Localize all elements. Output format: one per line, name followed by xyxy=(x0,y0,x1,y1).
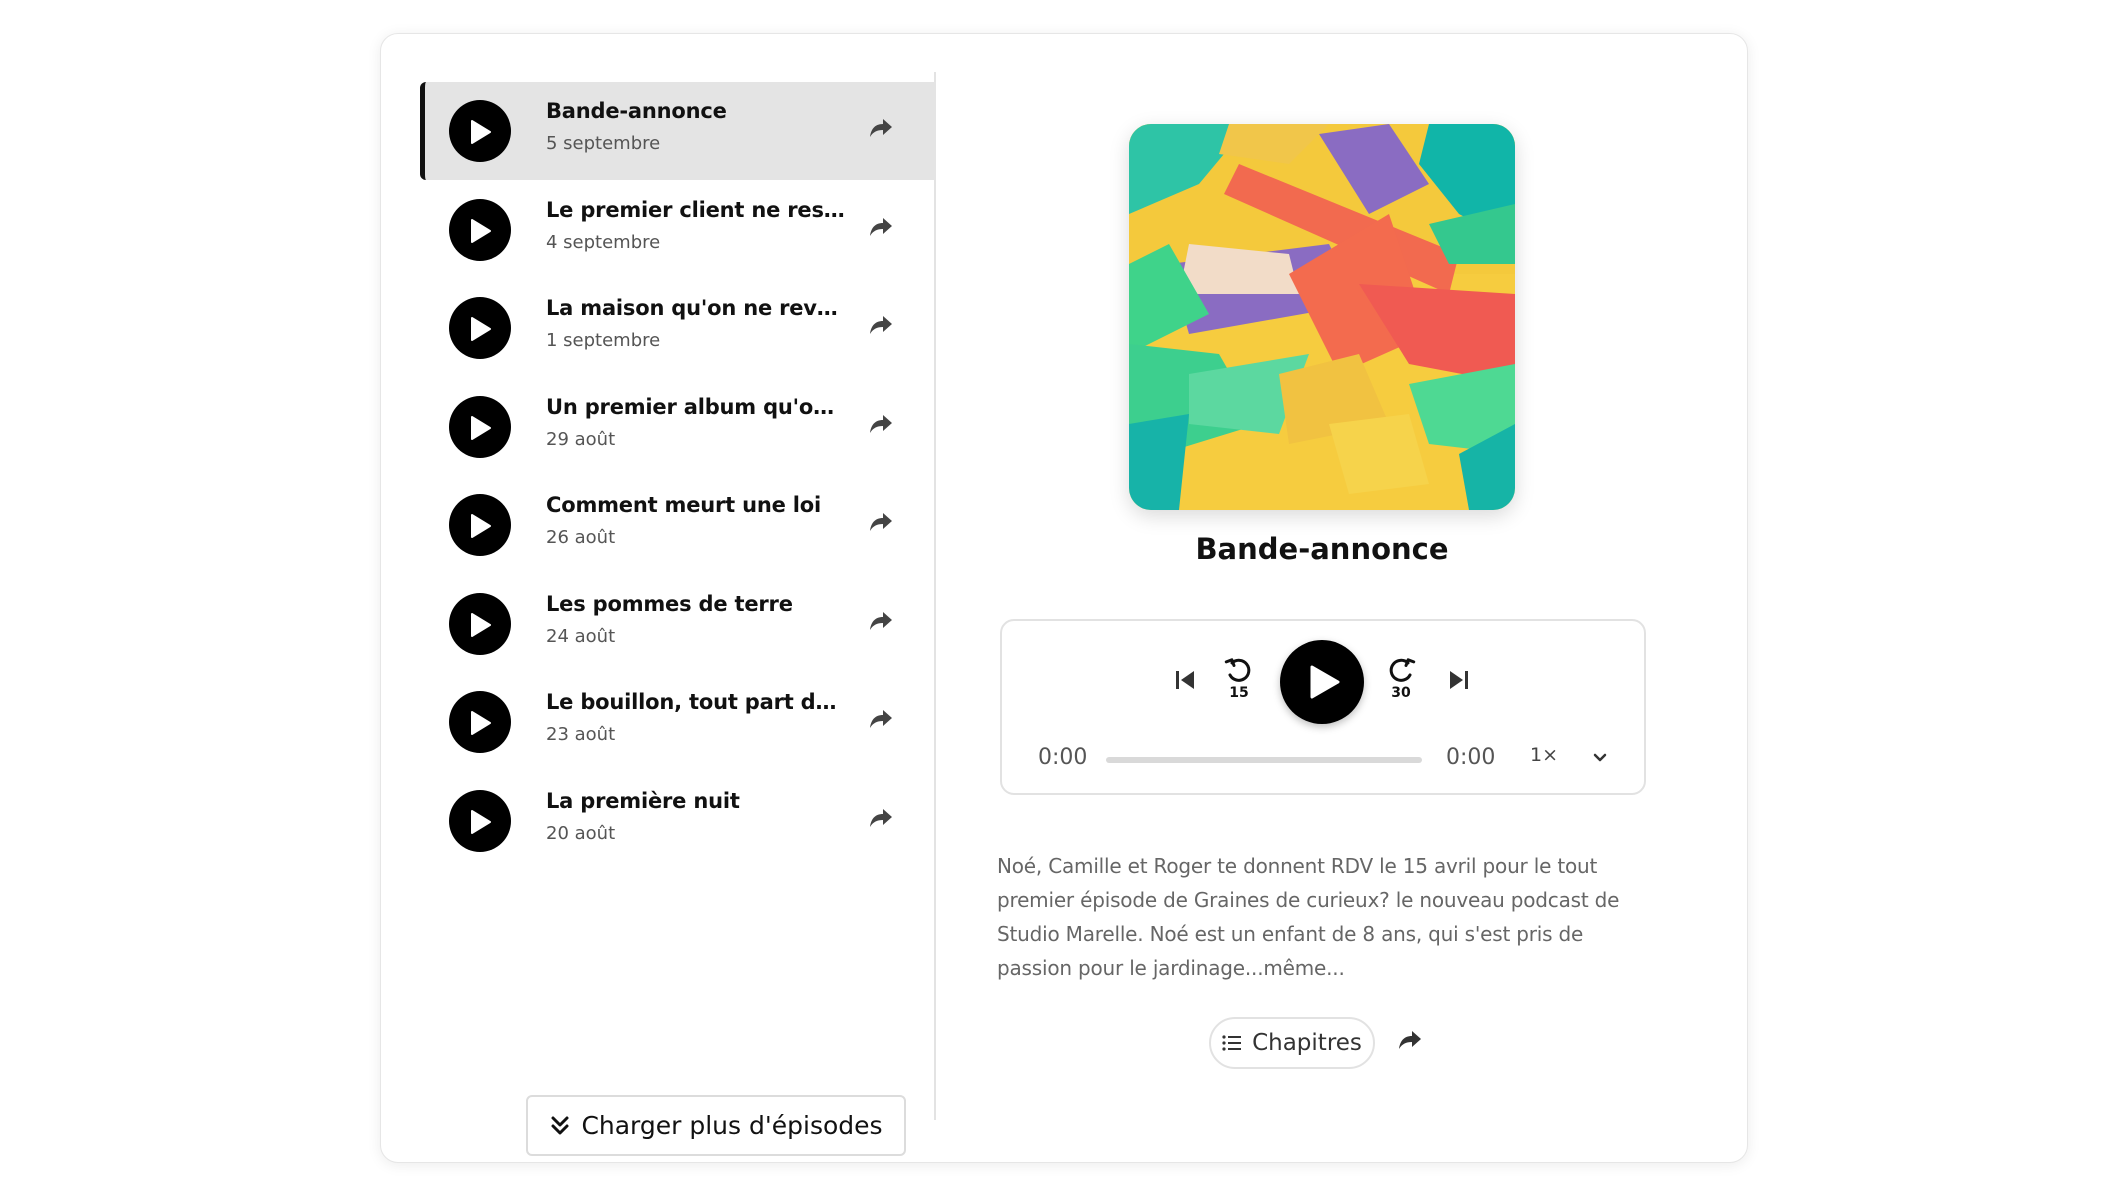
share-icon xyxy=(1399,1031,1421,1049)
podcast-player-card: Bande-annonce 5 septembre Le premier clien… xyxy=(380,33,1748,1163)
skip-previous-icon xyxy=(1176,671,1194,689)
episode-share-button[interactable] xyxy=(868,413,894,439)
skip-previous-button[interactable] xyxy=(1174,668,1196,696)
episode-play-button[interactable] xyxy=(449,198,511,261)
share-icon xyxy=(870,217,892,236)
share-icon xyxy=(870,808,892,827)
episode-play-button[interactable] xyxy=(449,592,511,655)
episode-title: Le bouillon, tout part de là xyxy=(546,690,846,714)
episode-title: Le premier client ne ressemble pas à ce … xyxy=(546,197,846,222)
episode-share-button[interactable] xyxy=(868,708,894,734)
episode-title: La première nuit xyxy=(546,788,740,813)
episode-date: 1 septembre xyxy=(546,330,661,351)
progress-track[interactable] xyxy=(1106,757,1422,763)
episode-date: 23 août xyxy=(546,724,616,745)
audio-player: 15 30 0:00 0:00 1× xyxy=(1000,619,1646,795)
episode-cover-art xyxy=(1129,124,1515,510)
playback-speed-button[interactable]: 1× xyxy=(1530,744,1558,766)
rewind-seconds: 15 xyxy=(1229,685,1249,701)
episode-description: Noé, Camille et Roger te donnent RDV le … xyxy=(997,854,1620,980)
episode-play-button[interactable] xyxy=(449,100,511,162)
episode-share-button[interactable] xyxy=(868,216,894,242)
play-icon xyxy=(471,612,491,637)
episode-share-button[interactable] xyxy=(868,511,894,537)
play-icon xyxy=(471,218,491,243)
duration: 0:00 xyxy=(1446,745,1496,770)
episode-row[interactable]: La maison qu'on ne revend pas 1 septembre xyxy=(420,279,936,377)
episode-row[interactable]: Un premier album qu'on n'attendait plus 2… xyxy=(420,378,936,476)
episode-row[interactable]: Bande-annonce 5 septembre xyxy=(420,82,936,180)
episode-row[interactable]: Comment meurt une loi 26 août xyxy=(420,476,936,574)
episode-title: Les pommes de terre xyxy=(546,591,793,616)
episode-row[interactable]: La première nuit 20 août xyxy=(420,772,936,870)
episode-date: 26 août xyxy=(546,527,616,548)
play-icon xyxy=(471,809,491,834)
episode-row[interactable]: Le premier client ne ressemble pas à ce … xyxy=(420,181,936,279)
play-icon xyxy=(471,711,491,735)
skip-next-button[interactable] xyxy=(1448,668,1470,696)
share-icon xyxy=(870,119,892,137)
now-playing-title: Bande-annonce xyxy=(1195,532,1449,566)
current-time: 0:00 xyxy=(1038,745,1088,770)
episode-date: 24 août xyxy=(546,625,616,647)
skip-next-icon xyxy=(1450,671,1468,689)
double-chevron-down-icon xyxy=(551,1116,569,1134)
episode-play-button[interactable] xyxy=(449,789,511,852)
load-more-label: Charger plus d'épisodes xyxy=(581,1111,883,1140)
episode-title: Comment meurt une loi xyxy=(546,493,822,517)
episode-row[interactable]: Le bouillon, tout part de là 23 août xyxy=(420,673,936,771)
share-icon xyxy=(870,414,892,433)
episode-list: Bande-annonce 5 septembre Le premier clien… xyxy=(420,72,936,1156)
share-icon xyxy=(870,611,892,630)
episode-date: 5 septembre xyxy=(546,133,661,154)
episode-share-button[interactable] xyxy=(868,314,894,340)
episode-row[interactable]: Les pommes de terre 24 août xyxy=(420,575,936,673)
play-icon xyxy=(1310,665,1340,699)
episode-share-button[interactable] xyxy=(868,117,894,143)
play-icon xyxy=(471,120,491,144)
play-icon xyxy=(471,514,491,538)
episode-play-button[interactable] xyxy=(449,494,511,556)
episode-share-button[interactable] xyxy=(868,807,894,833)
episode-share-button[interactable] xyxy=(868,610,894,636)
episode-play-button[interactable] xyxy=(449,691,511,753)
episode-date: 4 septembre xyxy=(546,231,661,253)
chevron-down-icon xyxy=(1593,753,1607,762)
share-episode-button[interactable] xyxy=(1397,1029,1423,1055)
share-icon xyxy=(870,316,892,334)
share-icon xyxy=(870,710,892,728)
play-icon xyxy=(471,317,491,341)
forward-seconds: 30 xyxy=(1391,685,1411,701)
share-icon xyxy=(870,513,892,531)
list-icon xyxy=(1222,1035,1242,1051)
episode-play-button[interactable] xyxy=(449,395,511,458)
rewind-15-icon xyxy=(1224,658,1251,682)
player-options-toggle[interactable] xyxy=(1592,749,1608,768)
episode-play-button[interactable] xyxy=(449,297,511,359)
episode-date: 20 août xyxy=(546,822,616,844)
episode-title: Un premier album qu'on n'attendait plus xyxy=(546,394,846,419)
play-icon xyxy=(471,415,491,440)
chapters-button[interactable]: Chapitres xyxy=(1209,1017,1375,1069)
chapters-label: Chapitres xyxy=(1252,1030,1362,1056)
forward-button[interactable]: 30 xyxy=(1386,657,1416,701)
load-more-button[interactable]: Charger plus d'épisodes xyxy=(526,1095,906,1156)
rewind-button[interactable]: 15 xyxy=(1224,657,1254,701)
episode-title: La maison qu'on ne revend pas xyxy=(546,296,846,320)
episode-date: 29 août xyxy=(546,428,616,450)
forward-30-icon xyxy=(1389,658,1416,682)
main-play-button[interactable] xyxy=(1280,640,1364,724)
episode-title: Bande-annonce xyxy=(546,99,727,123)
